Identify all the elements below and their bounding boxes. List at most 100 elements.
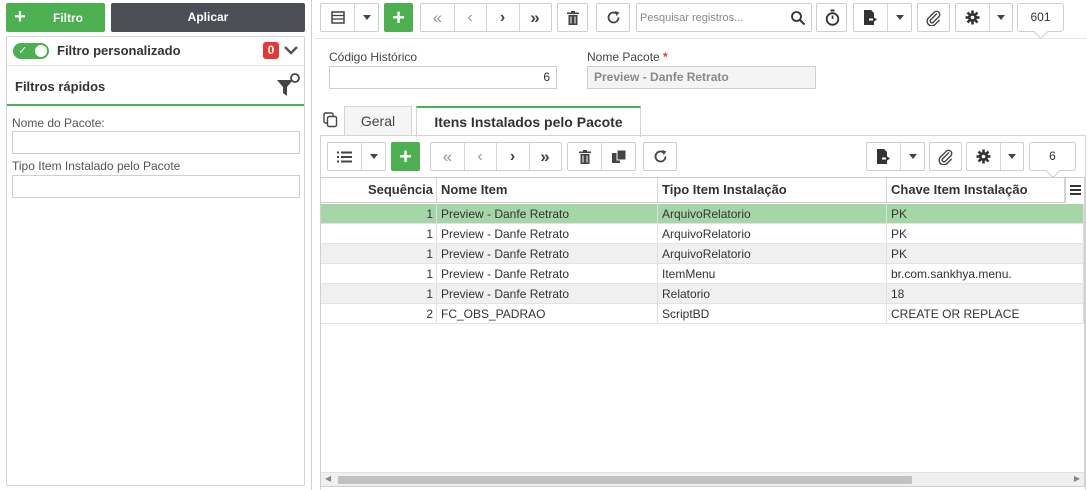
attachment-button[interactable] bbox=[917, 3, 950, 32]
timer-button[interactable] bbox=[816, 3, 847, 32]
export-group bbox=[853, 3, 912, 32]
tab-geral[interactable]: Geral bbox=[344, 106, 412, 136]
cell-sequencia[interactable]: 2 bbox=[321, 304, 437, 324]
cell-nome-item[interactable]: Preview - Danfe Retrato bbox=[437, 224, 658, 244]
custom-filter-toggle[interactable]: ✓ bbox=[13, 43, 49, 59]
table-row[interactable]: 1 Preview - Danfe Retrato ArquivoRelatorio… bbox=[321, 244, 1084, 264]
cell-chave-item[interactable]: 18 bbox=[887, 284, 1084, 304]
delete-button[interactable] bbox=[557, 3, 588, 32]
cell-sequencia[interactable]: 1 bbox=[321, 284, 437, 304]
cell-nome-item[interactable]: Preview - Danfe Retrato bbox=[437, 264, 658, 284]
cell-chave-item[interactable]: PK bbox=[887, 244, 1084, 264]
refresh-icon bbox=[607, 11, 620, 24]
refresh-button[interactable] bbox=[596, 3, 630, 32]
export-dropdown[interactable] bbox=[888, 4, 911, 31]
detail-record-count: 6 bbox=[1029, 142, 1076, 171]
cell-tipo-item[interactable]: ArquivoRelatorio bbox=[658, 244, 887, 264]
detail-refresh-button[interactable] bbox=[643, 142, 677, 171]
historic-code-label: Código Histórico bbox=[329, 50, 418, 64]
item-type-input[interactable] bbox=[12, 175, 300, 198]
filter-panel: + Filtro Aplicar ✓ Filtro personalizado … bbox=[0, 0, 312, 490]
table-row[interactable]: 1 Preview - Danfe Retrato ArquivoRelatorio… bbox=[321, 224, 1084, 244]
detail-settings-dropdown[interactable] bbox=[1001, 143, 1023, 170]
historic-code-field[interactable]: 6 bbox=[329, 66, 557, 89]
settings-button[interactable] bbox=[956, 4, 989, 31]
column-header-tipo-item[interactable]: Tipo Item Instalação bbox=[658, 178, 887, 203]
cell-chave-item[interactable]: PK bbox=[887, 204, 1084, 224]
plus-icon: + bbox=[392, 5, 405, 30]
apply-filter-button[interactable]: Aplicar bbox=[111, 3, 305, 32]
caret-down-icon bbox=[997, 15, 1005, 20]
detail-list-view-button[interactable] bbox=[328, 143, 361, 170]
horizontal-scrollbar[interactable]: ◀ ▶ bbox=[321, 472, 1084, 486]
copy-icon[interactable] bbox=[323, 112, 338, 128]
detail-duplicate-button[interactable] bbox=[602, 143, 635, 170]
table-row[interactable]: 2 FC_OBS_PADRAO ScriptBD CREATE OR REPLACE bbox=[321, 304, 1084, 324]
cell-tipo-item[interactable]: ItemMenu bbox=[658, 264, 887, 284]
table-row[interactable]: 1 Preview - Danfe Retrato ArquivoRelatorio… bbox=[321, 204, 1084, 224]
next-record-button[interactable]: › bbox=[486, 4, 519, 31]
view-mode-group bbox=[320, 3, 379, 32]
table-row[interactable]: 1 Preview - Danfe Retrato ItemMenu br.com.s… bbox=[321, 264, 1084, 284]
cell-sequencia[interactable]: 1 bbox=[321, 244, 437, 264]
detail-attachment-button[interactable] bbox=[929, 142, 962, 171]
detail-export-button[interactable] bbox=[867, 143, 900, 170]
package-name-label: Nome do Pacote: bbox=[12, 116, 105, 130]
search-input[interactable] bbox=[640, 9, 788, 27]
first-record-button[interactable]: « bbox=[421, 4, 454, 31]
search-icon[interactable] bbox=[790, 10, 806, 26]
cell-nome-item[interactable]: Preview - Danfe Retrato bbox=[437, 204, 658, 224]
detail-export-group bbox=[866, 142, 925, 171]
grid-view-button[interactable] bbox=[321, 4, 354, 31]
table-row[interactable]: 1 Preview - Danfe Retrato Relatorio 18 bbox=[321, 284, 1084, 304]
cell-tipo-item[interactable]: ArquivoRelatorio bbox=[658, 204, 887, 224]
refresh-icon bbox=[654, 150, 667, 163]
export-file-icon bbox=[864, 10, 877, 25]
view-mode-dropdown[interactable] bbox=[355, 4, 378, 31]
add-filter-button[interactable]: + Filtro bbox=[6, 3, 105, 32]
package-name-input[interactable] bbox=[12, 131, 300, 154]
cell-chave-item[interactable]: br.com.sankhya.menu. bbox=[887, 264, 1084, 284]
scroll-left-icon[interactable]: ◀ bbox=[325, 474, 331, 483]
detail-settings-button[interactable] bbox=[967, 143, 1000, 170]
column-menu-button[interactable] bbox=[1065, 178, 1084, 203]
detail-export-dropdown[interactable] bbox=[901, 143, 924, 170]
last-record-button[interactable]: » bbox=[519, 4, 551, 31]
double-chevron-right-icon: » bbox=[530, 7, 540, 27]
scrollbar-thumb[interactable] bbox=[338, 476, 912, 484]
settings-dropdown[interactable] bbox=[990, 4, 1012, 31]
detail-last-button[interactable]: » bbox=[529, 143, 561, 170]
cell-nome-item[interactable]: FC_OBS_PADRAO bbox=[437, 304, 658, 324]
detail-add-button[interactable]: + bbox=[391, 142, 420, 171]
grid-header: Sequência Nome Item Tipo Item Instalação… bbox=[321, 178, 1084, 203]
add-record-button[interactable]: + bbox=[384, 3, 413, 32]
cell-chave-item[interactable]: PK bbox=[887, 224, 1084, 244]
cell-tipo-item[interactable]: Relatorio bbox=[658, 284, 887, 304]
chevron-right-icon: › bbox=[499, 8, 506, 26]
detail-view-dropdown[interactable] bbox=[362, 143, 385, 170]
column-header-chave-item[interactable]: Chave Item Instalação bbox=[887, 178, 1065, 203]
cell-sequencia[interactable]: 1 bbox=[321, 264, 437, 284]
detail-next-button[interactable]: › bbox=[496, 143, 529, 170]
cell-nome-item[interactable]: Preview - Danfe Retrato bbox=[437, 244, 658, 264]
previous-record-button[interactable]: ‹ bbox=[454, 4, 486, 31]
detail-first-button[interactable]: « bbox=[431, 143, 464, 170]
filter-settings-icon[interactable] bbox=[275, 72, 301, 100]
cell-sequencia[interactable]: 1 bbox=[321, 204, 437, 224]
detail-navigation-group: « ‹ › » bbox=[430, 142, 562, 171]
export-button[interactable] bbox=[854, 4, 887, 31]
cell-sequencia[interactable]: 1 bbox=[321, 224, 437, 244]
cell-chave-item[interactable]: CREATE OR REPLACE bbox=[887, 304, 1084, 324]
cell-nome-item[interactable]: Preview - Danfe Retrato bbox=[437, 284, 658, 304]
scroll-right-icon[interactable]: ▶ bbox=[1074, 474, 1080, 483]
column-header-sequencia[interactable]: Sequência bbox=[321, 178, 437, 203]
detail-delete-button[interactable] bbox=[568, 143, 601, 170]
column-header-nome-item[interactable]: Nome Item bbox=[437, 178, 658, 203]
detail-previous-button[interactable]: ‹ bbox=[464, 143, 496, 170]
tab-installed-items[interactable]: Itens Instalados pelo Pacote bbox=[416, 106, 641, 137]
package-name-field[interactable]: Preview - Danfe Retrato bbox=[587, 66, 816, 89]
cell-tipo-item[interactable]: ScriptBD bbox=[658, 304, 887, 324]
chevron-down-icon[interactable] bbox=[283, 41, 299, 59]
panel-divider[interactable] bbox=[311, 0, 312, 490]
cell-tipo-item[interactable]: ArquivoRelatorio bbox=[658, 224, 887, 244]
